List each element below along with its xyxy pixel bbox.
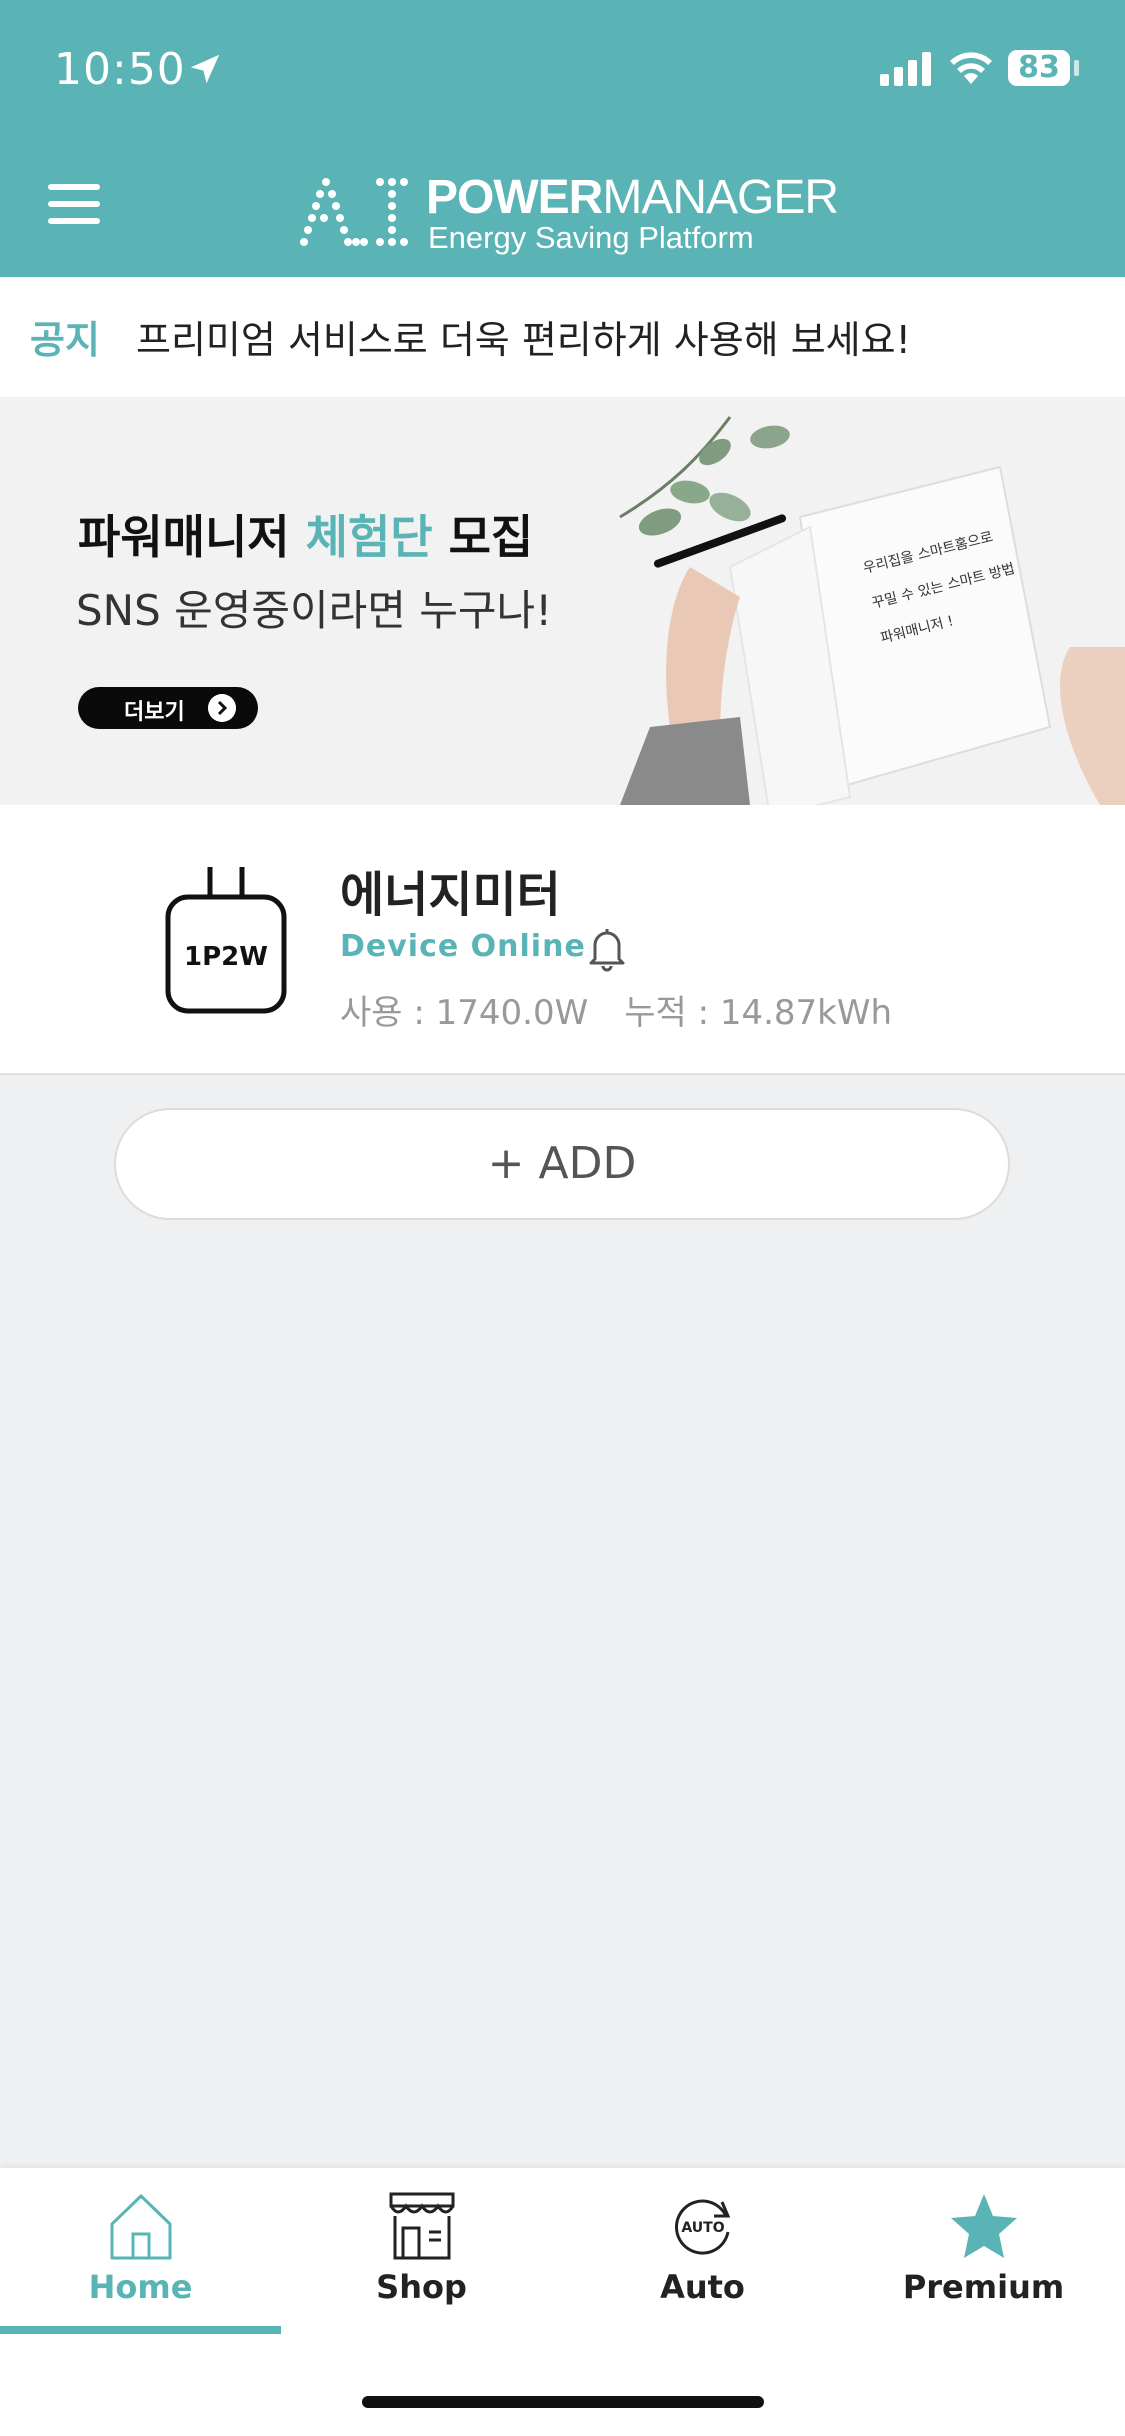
- banner-title-highlight: 체험단: [305, 510, 433, 564]
- device-card[interactable]: 1P2W 에너지미터 Device Online 사용 : 1740.0W 누적 …: [0, 805, 1125, 1075]
- app-logo: POWERMANAGER Energy Saving Platform: [296, 170, 839, 260]
- tab-home[interactable]: Home: [0, 2168, 281, 2338]
- hamburger-menu-icon[interactable]: [48, 184, 100, 224]
- promo-banner[interactable]: 파워매니저 체험단 모집 SNS 운영중이라면 누구나! 더보기 우리집을 스마…: [0, 397, 1125, 805]
- meter-plug-icon: 1P2W: [165, 867, 287, 1014]
- logo-title: POWERMANAGER: [426, 170, 839, 225]
- meter-type-badge: 1P2W: [184, 942, 268, 972]
- star-icon: [951, 2194, 1017, 2258]
- tab-shop[interactable]: Shop: [281, 2168, 562, 2338]
- device-status: Device Online: [340, 929, 586, 964]
- wifi-icon: [950, 52, 992, 84]
- ai-logo-mark: [300, 178, 408, 246]
- chevron-right-icon: [208, 694, 236, 722]
- battery-level: 83: [1018, 50, 1060, 85]
- status-time: 10:50: [54, 44, 186, 95]
- more-button[interactable]: 더보기: [78, 687, 258, 729]
- tab-shop-label: Shop: [376, 2268, 467, 2306]
- banner-illustration: 우리집을 스마트홈으로 꾸밀 수 있는 스마트 방법 파워매니저 !: [619, 416, 1125, 805]
- active-tab-indicator: [0, 2326, 281, 2334]
- device-name: 에너지미터: [340, 867, 561, 923]
- app-header: 10:50 83 POWERMANAGER Energy Saving Plat…: [0, 0, 1125, 277]
- tab-auto-label: Auto: [660, 2268, 745, 2306]
- notice-bar[interactable]: 공지 프리미엄 서비스로 더욱 편리하게 사용해 보세요!: [0, 277, 1125, 398]
- logo-subtitle: Energy Saving Platform: [428, 220, 754, 255]
- tab-premium[interactable]: Premium: [843, 2168, 1124, 2338]
- banner-subtitle: SNS 운영중이라면 누구나!: [76, 586, 553, 635]
- notice-label: 공지: [30, 318, 100, 362]
- battery-cap: [1074, 60, 1079, 76]
- home-icon: [110, 2194, 172, 2260]
- location-arrow-icon: [190, 54, 220, 84]
- add-device-button[interactable]: + ADD: [114, 1108, 1010, 1220]
- device-usage-row: 사용 : 1740.0W 누적 : 14.87kWh: [340, 985, 928, 1034]
- more-button-label: 더보기: [124, 700, 185, 725]
- device-cumulative: 누적 : 14.87kWh: [624, 993, 893, 1033]
- cellular-signal-icon: [880, 52, 931, 86]
- device-usage: 사용 : 1740.0W: [340, 993, 589, 1033]
- bottom-tab-bar: Home Shop AUTO Auto Premium: [0, 2168, 1125, 2436]
- logo-manager: MANAGER: [602, 171, 839, 224]
- banner-title: 파워매니저 체험단 모집: [78, 501, 533, 567]
- auto-icon: AUTO: [674, 2199, 731, 2255]
- banner-title-a: 파워매니저: [78, 510, 306, 564]
- tab-auto[interactable]: AUTO Auto: [562, 2168, 843, 2338]
- logo-power: POWER: [426, 171, 603, 224]
- shop-icon: [389, 2192, 455, 2260]
- home-indicator: [362, 2396, 764, 2408]
- tab-home-label: Home: [88, 2268, 193, 2306]
- notice-text: 프리미엄 서비스로 더욱 편리하게 사용해 보세요!: [136, 318, 911, 362]
- tab-premium-label: Premium: [902, 2268, 1065, 2306]
- bell-icon[interactable]: [582, 923, 632, 973]
- svg-text:AUTO: AUTO: [681, 2220, 724, 2236]
- banner-title-b: 모집: [432, 510, 534, 564]
- battery-indicator: 83: [1008, 50, 1070, 86]
